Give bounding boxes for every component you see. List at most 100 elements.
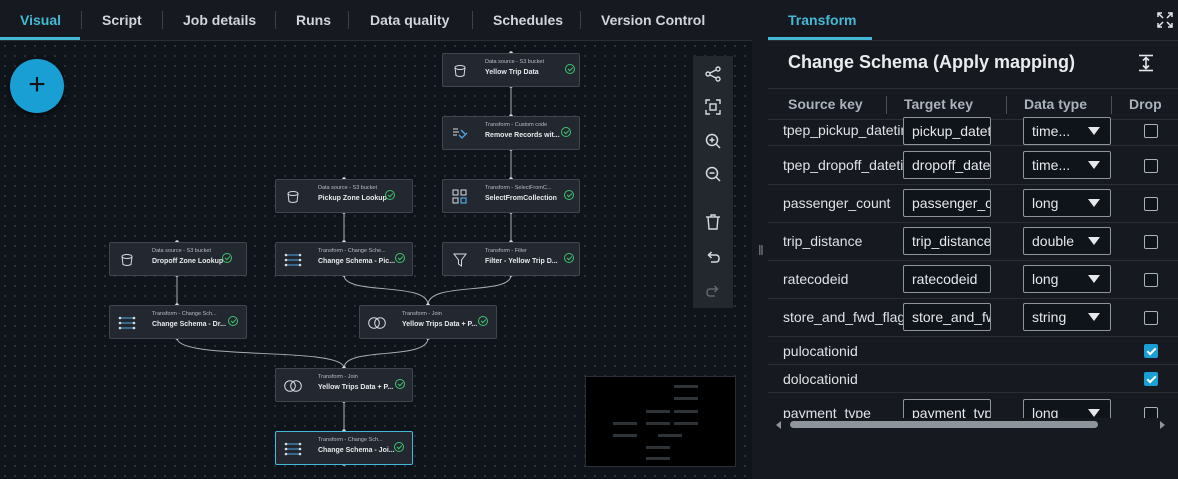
target-key-input[interactable]: ratecodeid (903, 265, 991, 293)
node-name: Yellow Trip Data (485, 69, 539, 76)
tab-job-details[interactable]: Job details (183, 0, 256, 40)
tab-data-quality[interactable]: Data quality (370, 0, 449, 40)
data-type-value: string (1032, 309, 1067, 325)
node-pickup-zone-lookup[interactable]: Data source - S3 bucket Pickup Zone Look… (275, 179, 413, 213)
delete-icon[interactable] (703, 212, 723, 232)
join-icon (282, 375, 304, 397)
node-change-schema-joined[interactable]: Transform - Change Sch... Change Schema … (275, 431, 413, 465)
node-name: Change Schema - Joi... (318, 447, 395, 454)
column-divider (886, 96, 887, 114)
drop-checkbox[interactable] (1144, 311, 1158, 325)
node-select-from-collection[interactable]: Transform - SelectFromC... SelectFromCol… (442, 179, 580, 213)
add-node-button[interactable]: + (10, 59, 64, 113)
node-yellow-trip-data[interactable]: Data source - S3 bucket Yellow Trip Data (442, 53, 580, 87)
data-type-select[interactable]: time... (1023, 151, 1111, 179)
tab-transform[interactable]: Transform (788, 0, 856, 40)
node-change-schema-pickup[interactable]: Transform - Change Sche... Change Schema… (275, 242, 413, 276)
edge (427, 274, 512, 306)
node-dropoff-zone-lookup[interactable]: Data source - S3 bucket Dropoff Zone Loo… (109, 242, 247, 276)
panel-resize-handle[interactable]: ‖ (752, 0, 768, 479)
data-type-value: time... (1032, 123, 1071, 139)
caret-down-icon (1088, 127, 1100, 135)
caret-down-icon (1088, 409, 1100, 417)
node-join-yellow-dropoff[interactable]: Transform - Join Yellow Trips Data + P..… (275, 368, 413, 402)
edge (343, 337, 429, 369)
scroll-left-icon[interactable] (776, 421, 781, 429)
zoom-out-icon[interactable] (703, 164, 723, 184)
data-type-select[interactable]: time... (1023, 117, 1111, 145)
tab-visual[interactable]: Visual (20, 0, 61, 40)
table-row: pulocationid (768, 337, 1178, 365)
node-type: Data source - S3 bucket (318, 185, 378, 191)
source-key: ratecodeid (783, 271, 849, 287)
tab-divider (81, 11, 82, 29)
expand-icon[interactable] (1157, 12, 1173, 28)
layout-icon[interactable] (703, 64, 723, 84)
node-filter-yellow-trip[interactable]: Transform - Filter Filter - Yellow Trip … (442, 242, 580, 276)
redo-icon[interactable] (703, 280, 723, 300)
tab-schedules[interactable]: Schedules (493, 0, 563, 40)
target-key-input[interactable]: dropoff_datetime (903, 151, 991, 179)
target-key-input[interactable]: store_and_fwd_flag (903, 303, 991, 331)
tab-script[interactable]: Script (102, 0, 142, 40)
status-ok-icon (222, 253, 232, 263)
node-type: Transform - Custom code (485, 122, 548, 128)
undo-icon[interactable] (703, 246, 723, 266)
target-key-input[interactable]: passenger_count (903, 189, 991, 217)
zoom-in-icon[interactable] (703, 131, 723, 151)
minimap-node (646, 410, 670, 413)
node-join-yellow-pickup[interactable]: Transform - Join Yellow Trips Data + P..… (359, 305, 497, 339)
data-type-value: long (1032, 195, 1059, 211)
column-divider (1006, 96, 1007, 114)
data-type-select[interactable]: long (1023, 189, 1111, 217)
scroll-right-icon[interactable] (1160, 421, 1165, 429)
node-type: Transform - Change Sche... (318, 248, 386, 254)
drop-checkbox[interactable] (1144, 372, 1158, 386)
minimap-node (646, 446, 670, 449)
mapping-table: Source key Target key Data type Drop tpe… (768, 88, 1178, 434)
filter-icon (449, 249, 471, 271)
data-type-select[interactable]: long (1023, 265, 1111, 293)
canvas-minimap[interactable] (585, 376, 736, 467)
drop-checkbox[interactable] (1144, 273, 1158, 287)
minimap-node (674, 422, 698, 425)
data-type-select[interactable]: string (1023, 303, 1111, 331)
drop-checkbox[interactable] (1144, 124, 1158, 138)
column-header-target-key[interactable]: Target key (904, 96, 973, 112)
node-name: Remove Records wit... (485, 132, 560, 139)
status-ok-icon (228, 316, 238, 326)
table-row: tpep_dropoff_datetime dropoff_datetime t… (768, 146, 1178, 185)
table-row: ratecodeid ratecodeid long (768, 261, 1178, 299)
column-header-source-key[interactable]: Source key (788, 96, 863, 112)
status-ok-icon (565, 64, 575, 74)
drop-checkbox[interactable] (1144, 159, 1158, 173)
status-ok-icon (394, 442, 404, 452)
target-key-input[interactable]: pickup_datetime (903, 117, 991, 145)
status-ok-icon (564, 190, 574, 200)
panel-title: Change Schema (Apply mapping) (788, 52, 1076, 72)
drop-checkbox[interactable] (1144, 235, 1158, 249)
status-ok-icon (385, 190, 395, 200)
visual-canvas[interactable]: + Data source - S3 bucket Yellow Trip Da… (0, 41, 752, 479)
table-row: passenger_count passenger_count long (768, 185, 1178, 223)
status-ok-icon (561, 127, 571, 137)
source-key: store_and_fwd_flag (783, 309, 903, 325)
mapping-icon (282, 249, 304, 271)
node-remove-records[interactable]: Transform - Custom code Remove Records w… (442, 116, 580, 150)
drop-checkbox[interactable] (1144, 197, 1158, 211)
collapse-icon[interactable] (1138, 54, 1154, 72)
target-key-input[interactable]: trip_distance (903, 227, 991, 255)
scrollbar-thumb[interactable] (790, 421, 1098, 428)
source-key: passenger_count (783, 195, 891, 211)
tab-runs[interactable]: Runs (296, 0, 331, 40)
node-change-schema-dropoff[interactable]: Transform - Change Sch... Change Schema … (109, 305, 247, 339)
data-type-select[interactable]: double (1023, 227, 1111, 255)
horizontal-scrollbar[interactable] (768, 418, 1178, 432)
column-header-data-type[interactable]: Data type (1024, 96, 1087, 112)
transform-panel: Transform Change Schema (Apply mapping) … (768, 0, 1178, 479)
column-header-drop[interactable]: Drop (1129, 96, 1162, 112)
drop-checkbox[interactable] (1144, 344, 1158, 358)
fit-view-icon[interactable] (703, 97, 723, 117)
tab-version-control[interactable]: Version Control (601, 0, 705, 40)
source-key: trip_distance (783, 233, 863, 249)
